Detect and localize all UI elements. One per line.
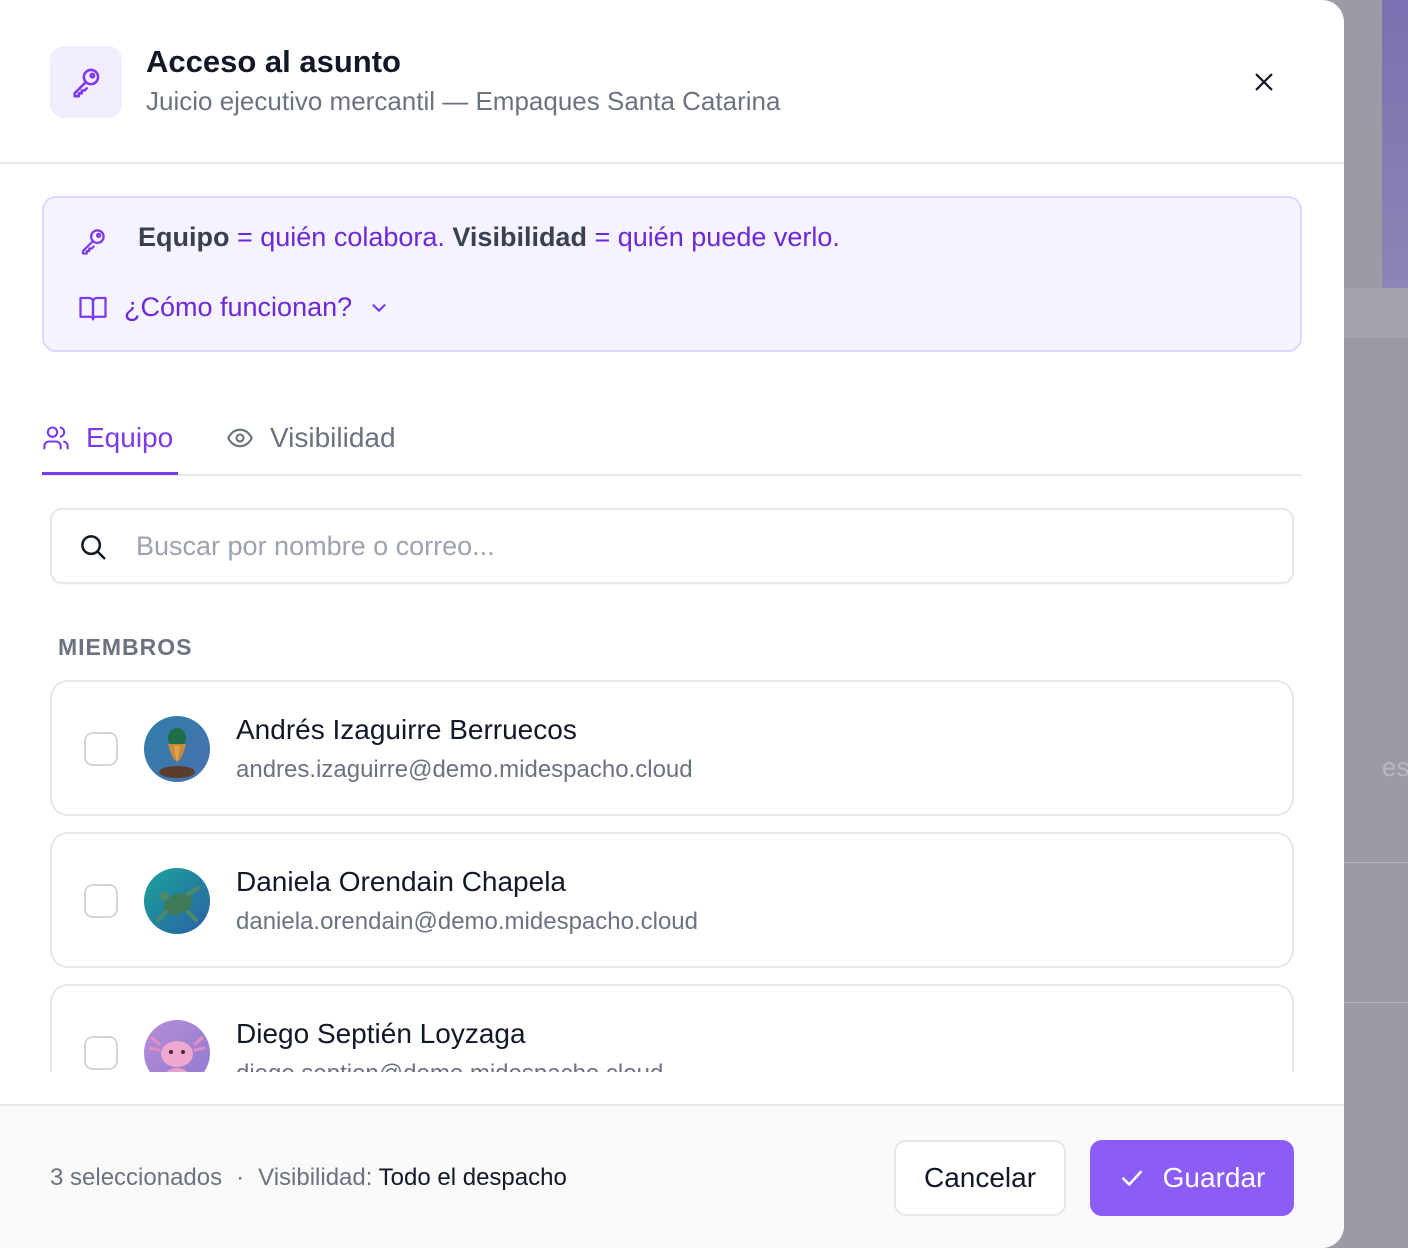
member-email: daniela.orendain@demo.midespacho.cloud — [236, 908, 698, 935]
selection-summary: 3 seleccionados · Visibilidad: Todo el des… — [50, 1164, 567, 1192]
member-checkbox[interactable] — [84, 884, 118, 918]
visibility-label: Visibilidad: — [258, 1164, 373, 1191]
info-visibility-term: Visibilidad — [452, 222, 587, 252]
background-text-fragment: es — [1382, 752, 1408, 782]
tab-visibilidad-label: Visibilidad — [270, 422, 396, 453]
members-section-label: MIEMBROS — [58, 634, 193, 660]
tab-visibilidad[interactable]: Visibilidad — [226, 410, 396, 466]
member-name: Daniela Orendain Chapela — [236, 866, 566, 897]
modal-header: Acceso al asunto Juicio ejecutivo mercan… — [0, 0, 1344, 164]
info-team-term: Equipo — [138, 222, 230, 252]
avatar — [144, 716, 210, 782]
access-modal: Acceso al asunto Juicio ejecutivo mercan… — [0, 0, 1344, 1248]
active-tab-indicator — [42, 472, 178, 475]
separator: · — [236, 1164, 245, 1191]
save-button[interactable]: Guardar — [1090, 1140, 1294, 1216]
how-it-works-label: ¿Cómo funcionan? — [124, 292, 353, 322]
info-definition: Equipo = quién colabora. Visibilidad = q… — [138, 222, 840, 253]
modal-footer: 3 seleccionados · Visibilidad: Todo el des… — [0, 1104, 1344, 1248]
modal-subtitle: Juicio ejecutivo mercantil — Empaques Sa… — [146, 86, 781, 116]
member-name: Diego Septién Loyzaga — [236, 1018, 526, 1049]
member-name: Andrés Izaguirre Berruecos — [236, 714, 577, 745]
avatar — [144, 1020, 210, 1072]
eye-icon — [227, 428, 253, 448]
chevron-down-icon — [372, 303, 386, 312]
member-email: diego.septien@demo.midespacho.cloud — [236, 1060, 663, 1072]
search-icon — [81, 535, 106, 560]
member-checkbox[interactable] — [84, 732, 118, 766]
close-icon — [1255, 73, 1273, 91]
background-divider — [1344, 1002, 1408, 1003]
modal-title: Acceso al asunto — [146, 44, 401, 79]
member-row[interactable]: Andrés Izaguirre Berruecos andres.izagui… — [50, 680, 1294, 816]
member-email: andres.izaguirre@demo.midespacho.cloud — [236, 756, 693, 783]
tab-equipo-label: Equipo — [86, 422, 174, 453]
avatar — [144, 868, 210, 934]
close-button[interactable] — [1244, 62, 1284, 102]
users-icon — [43, 426, 69, 450]
tab-bar: Equipo Visibilidad — [42, 400, 1302, 476]
background-band — [1344, 288, 1408, 338]
member-row[interactable]: Diego Septién Loyzaga diego.septien@demo… — [50, 984, 1294, 1072]
tab-equipo[interactable]: Equipo — [42, 410, 173, 466]
book-icon — [79, 296, 107, 320]
save-button-label: Guardar — [1162, 1162, 1266, 1193]
background-accent-strip — [1382, 0, 1408, 288]
member-checkbox[interactable] — [84, 1036, 118, 1070]
key-icon — [50, 46, 122, 118]
members-list[interactable]: Andrés Izaguirre Berruecos andres.izagui… — [0, 670, 1344, 1072]
visibility-value: Todo el despacho — [378, 1164, 567, 1191]
member-row[interactable]: Daniela Orendain Chapela daniela.orendai… — [50, 832, 1294, 968]
cancel-button[interactable]: Cancelar — [894, 1140, 1066, 1216]
selected-count: 3 seleccionados — [50, 1164, 223, 1191]
key-icon — [78, 226, 108, 261]
background-divider — [1344, 862, 1408, 863]
how-it-works-toggle[interactable]: ¿Cómo funcionan? — [78, 292, 390, 323]
search-input[interactable] — [136, 524, 1256, 568]
info-team-definition: = quién colabora. — [229, 222, 453, 252]
check-icon — [1121, 1170, 1142, 1186]
search-box — [50, 508, 1294, 584]
info-callout: Equipo = quién colabora. Visibilidad = q… — [42, 196, 1302, 352]
info-visibility-definition: = quién puede verlo. — [586, 222, 840, 252]
